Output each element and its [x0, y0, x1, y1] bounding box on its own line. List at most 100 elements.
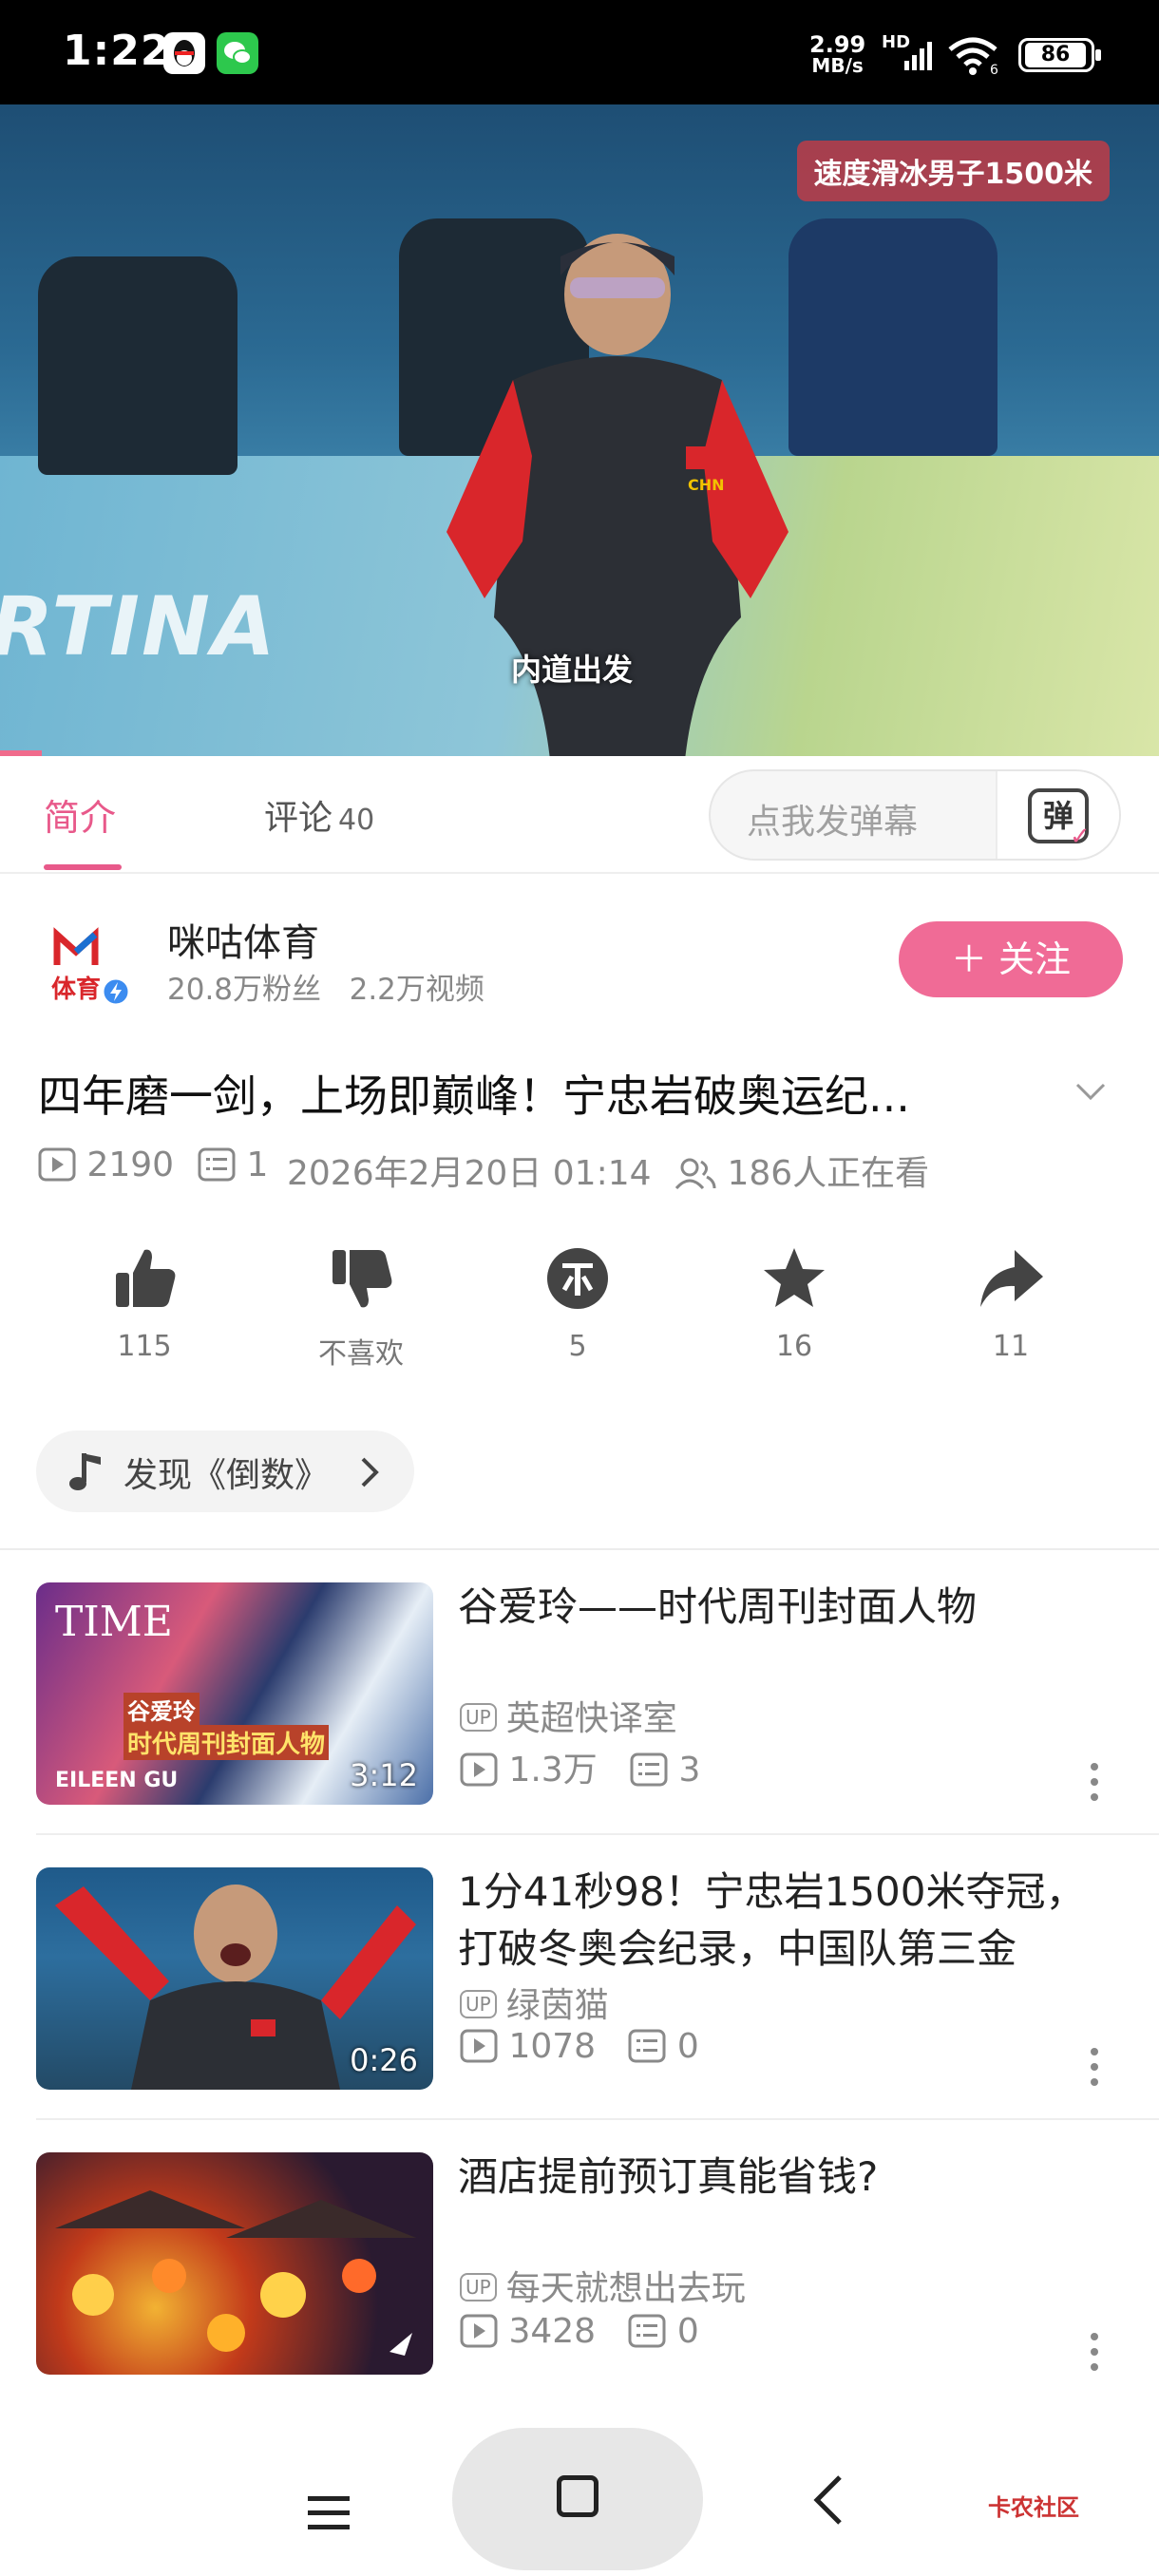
danmaku-count: 1 [198, 1146, 268, 1184]
danmu-toggle-button[interactable]: 弹 ✓ [996, 771, 1119, 859]
watching-count: 186人正在看 [674, 1146, 929, 1195]
video-corner-tag: 速度滑冰男子1500米 [796, 141, 1110, 201]
related-video-title[interactable]: 1分41秒98！宁忠岩1500米夺冠，打破冬奥会纪录，中国队第三金 [458, 1864, 1123, 1978]
video-title[interactable]: 四年磨一剑，上场即巅峰！宁忠岩破奥运纪... [38, 1062, 910, 1125]
thumbs-down-icon [332, 1250, 392, 1308]
related-danmaku: 0 [676, 2027, 699, 2066]
danmu-input[interactable]: 点我发弹幕 弹 ✓ [709, 769, 1121, 861]
danmaku-icon [628, 2029, 666, 2063]
tab-comments-label: 评论 [264, 799, 333, 838]
danmu-check-icon: ✓ [1070, 823, 1091, 851]
network-speed: 2.99 MB/s [809, 31, 866, 77]
battery-level: 86 [1025, 43, 1086, 67]
more-options-icon[interactable] [1089, 2331, 1100, 2373]
channel-avatar[interactable]: 体育 [48, 923, 133, 1009]
thumb-lantern-scene [55, 2190, 416, 2356]
people-icon [674, 1158, 716, 1190]
related-plays: 1078 [508, 2027, 597, 2066]
tab-intro[interactable]: 简介 [44, 788, 116, 841]
video-subtitle: 内道出发 [511, 652, 634, 688]
status-time: 1:22 [63, 27, 171, 75]
home-button[interactable] [452, 2428, 703, 2570]
channel-row: 体育 咪咕体育 20.8万粉丝 2.2万视频 ＋ 关注 [0, 874, 1159, 1026]
follow-button[interactable]: ＋ 关注 [899, 921, 1123, 997]
svg-text:CHN: CHN [688, 476, 725, 494]
video-duration: 0:26 [350, 2042, 418, 2078]
svg-text:体育: 体育 [51, 975, 101, 1004]
favorite-button[interactable]: 16 [699, 1244, 889, 1363]
system-nav-bar: 卡农社区 [0, 2413, 1159, 2576]
video-duration: 3:12 [350, 1757, 418, 1793]
music-label: 发现《倒数》 [124, 1456, 330, 1495]
video-player[interactable]: RTINA CHN 速度滑冰男子1500米 内道出发 [0, 104, 1159, 756]
tab-comments[interactable]: 评论 40 [264, 790, 374, 840]
signal-icon [904, 42, 932, 70]
coin-count: 5 [568, 1330, 587, 1363]
thumb-magazine-title: TIME [55, 1598, 173, 1646]
like-button[interactable]: 115 [49, 1244, 239, 1363]
channel-meta: 20.8万粉丝 2.2万视频 [167, 965, 484, 1008]
publish-datetime: 2026年2月20日 01:14 [287, 1154, 652, 1193]
dislike-button[interactable]: 不喜欢 [266, 1244, 456, 1372]
up-badge-icon: UP [460, 1703, 497, 1732]
more-options-icon[interactable] [1089, 2046, 1100, 2088]
play-icon [38, 1147, 76, 1182]
related-video-uploader: UP 每天就想出去玩 [460, 2261, 746, 2310]
share-count: 11 [992, 1330, 1030, 1363]
related-video-thumbnail[interactable] [36, 2152, 433, 2375]
danmu-placeholder: 点我发弹幕 [747, 803, 919, 842]
action-bar: 115 不喜欢 5 16 11 [0, 1244, 1159, 1387]
related-video-stats: 3428 0 [460, 2312, 699, 2351]
related-video-thumbnail[interactable]: 0:26 [36, 1867, 433, 2090]
danmaku-icon [628, 2314, 666, 2348]
related-video-item[interactable]: TIME 谷爱玲 时代周刊封面人物 EILEEN GU 3:12 谷爱玲——时代… [0, 1550, 1159, 1835]
recent-apps-icon[interactable] [306, 2492, 352, 2534]
related-video-item[interactable]: 0:26 1分41秒98！宁忠岩1500米夺冠，打破冬奥会纪录，中国队第三金 U… [0, 1835, 1159, 2120]
watermark-logo: 卡农社区 [988, 2494, 1079, 2521]
up-badge-icon: UP [460, 2273, 497, 2301]
video-background-text: RTINA [0, 579, 277, 674]
like-count: 115 [117, 1330, 172, 1363]
related-video-title[interactable]: 谷爱玲——时代周刊封面人物 [458, 1579, 1123, 1636]
related-video-stats: 1.3万 3 [460, 1742, 700, 1791]
channel-videos: 2.2万视频 [349, 973, 484, 1007]
play-icon [460, 2029, 498, 2063]
channel-name[interactable]: 咪咕体育 [167, 912, 319, 967]
battery-icon: 86 [1018, 38, 1101, 72]
music-discover-chip[interactable]: 发现《倒数》 [36, 1430, 414, 1512]
coin-button[interactable]: 5 [483, 1244, 673, 1363]
wifi-icon: 6 [948, 37, 998, 76]
home-icon [557, 2475, 598, 2517]
favorite-count: 16 [775, 1330, 813, 1363]
related-video-item[interactable]: 酒店提前预订真能省钱? UP 每天就想出去玩 3428 0 [0, 2120, 1159, 2405]
qq-notification-icon [163, 32, 205, 74]
related-danmaku: 0 [676, 2312, 699, 2351]
channel-fans: 20.8万粉丝 [167, 973, 322, 1007]
thumb-caption-english: EILEEN GU [55, 1769, 179, 1792]
play-count: 2190 [38, 1146, 174, 1184]
share-icon [980, 1250, 1043, 1307]
related-video-thumbnail[interactable]: TIME 谷爱玲 时代周刊封面人物 EILEEN GU 3:12 [36, 1582, 433, 1805]
video-photographer-left [38, 256, 238, 475]
dislike-label: 不喜欢 [318, 1337, 404, 1371]
chevron-down-icon[interactable] [1074, 1073, 1108, 1108]
play-icon [460, 1752, 498, 1787]
more-options-icon[interactable] [1089, 1761, 1100, 1803]
tab-active-indicator [44, 864, 122, 870]
back-icon[interactable] [809, 2472, 847, 2529]
play-icon [460, 2314, 498, 2348]
related-danmaku: 3 [678, 1751, 701, 1790]
star-icon [764, 1248, 825, 1307]
share-button[interactable]: 11 [916, 1244, 1106, 1363]
coin-icon [547, 1248, 608, 1309]
danmaku-icon [198, 1147, 236, 1182]
music-note-icon [69, 1453, 101, 1490]
tab-comments-count: 40 [338, 804, 375, 837]
danmaku-icon [630, 1752, 668, 1787]
related-plays: 1.3万 [508, 1751, 598, 1790]
related-video-stats: 1078 0 [460, 2027, 699, 2066]
status-bar: 1:22 2.99 MB/s HD 6 86 [0, 0, 1159, 104]
related-plays: 3428 [508, 2312, 597, 2351]
related-video-title[interactable]: 酒店提前预订真能省钱? [458, 2149, 1123, 2206]
thumb-caption-line: 时代周刊封面人物 [124, 1725, 330, 1760]
